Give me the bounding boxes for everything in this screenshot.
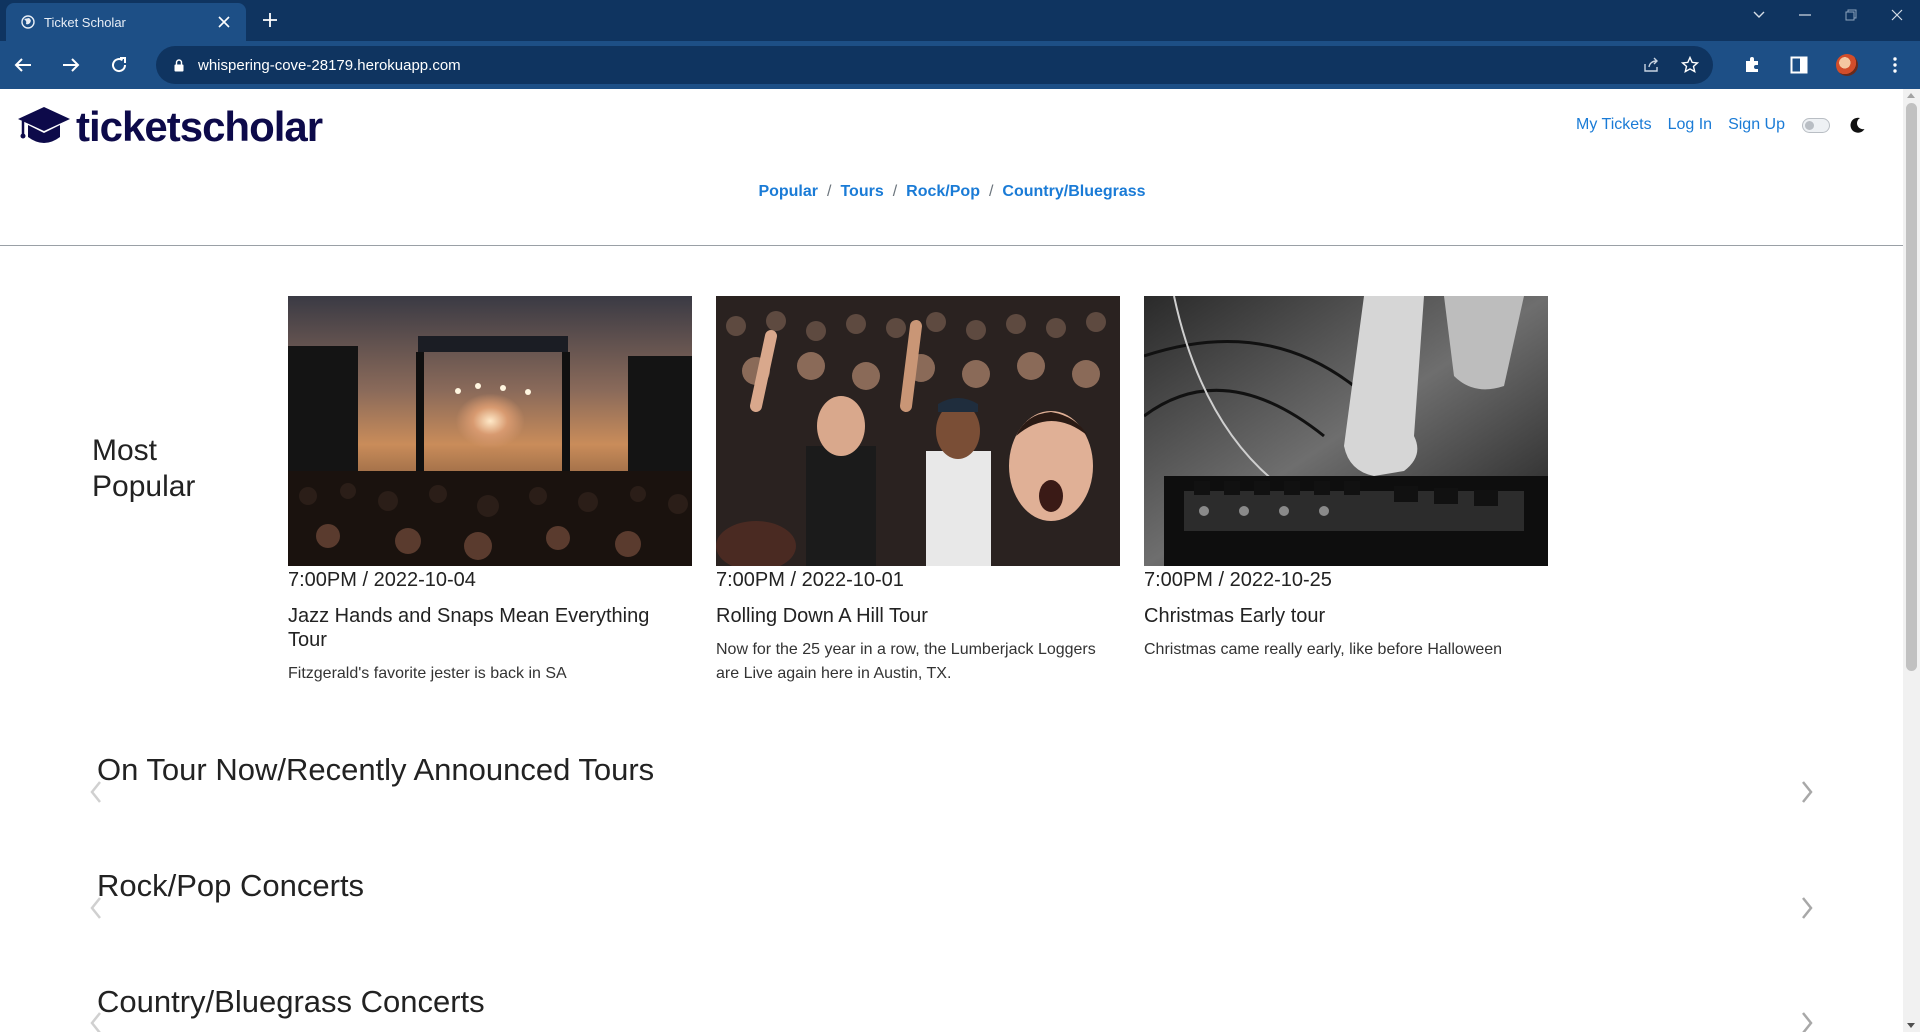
lock-icon[interactable] — [174, 58, 184, 72]
breadcrumb-separator: / — [827, 183, 832, 200]
breadcrumb-separator: / — [988, 183, 994, 200]
category-link-tours[interactable]: Tours — [840, 183, 883, 201]
my-tickets-link[interactable]: My Tickets — [1576, 116, 1652, 134]
scrollbar-thumb[interactable] — [1906, 103, 1917, 671]
browser-menu-dots-icon[interactable] — [1883, 53, 1907, 77]
event-title[interactable]: Jazz Hands and Snaps Mean Everything Tou… — [288, 604, 692, 652]
address-bar[interactable]: whispering-cove-28179.herokuapp.com — [156, 46, 1713, 84]
close-tab-icon[interactable] — [214, 12, 234, 32]
graduation-cap-icon — [18, 107, 70, 143]
carousel-prev-chevron-icon[interactable] — [86, 894, 106, 922]
share-icon[interactable] — [1639, 53, 1663, 77]
browser-tab-bar: Ticket Scholar — [0, 0, 1920, 41]
new-tab-plus-icon[interactable] — [258, 8, 282, 32]
extensions-puzzle-icon[interactable] — [1740, 53, 1764, 77]
header-divider — [0, 245, 1904, 246]
category-link-rock-pop[interactable]: Rock/Pop — [906, 183, 980, 201]
carousel-next-chevron-icon[interactable] — [1797, 1009, 1817, 1032]
side-panel-icon[interactable] — [1787, 53, 1811, 77]
sign-up-link[interactable]: Sign Up — [1728, 116, 1785, 134]
event-card[interactable]: 7:00PM / 2022-10-01 Rolling Down A Hill … — [716, 296, 1120, 686]
carousel-next-chevron-icon[interactable] — [1797, 778, 1817, 806]
section-heading-rock-pop: Rock/Pop Concerts — [97, 868, 365, 903]
bookmark-star-icon[interactable] — [1678, 53, 1702, 77]
tab-title: Ticket Scholar — [44, 14, 126, 30]
category-link-popular[interactable]: Popular — [758, 183, 818, 201]
logo-text: ticketscholar — [76, 103, 323, 150]
carousel-next-chevron-icon[interactable] — [1797, 894, 1817, 922]
close-window-icon[interactable] — [1874, 0, 1920, 30]
audio-mixer-image[interactable] — [1144, 296, 1548, 566]
url-text: whispering-cove-28179.herokuapp.com — [198, 56, 461, 74]
event-datetime: 7:00PM / 2022-10-25 — [1144, 569, 1332, 591]
page-scrollbar[interactable] — [1903, 89, 1920, 1032]
section-heading-country-bluegrass: Country/Bluegrass Concerts — [97, 984, 485, 1019]
event-title[interactable]: Rolling Down A Hill Tour — [716, 604, 1120, 628]
reload-icon[interactable] — [107, 53, 131, 77]
section-heading-tours: On Tour Now/Recently Announced Tours — [97, 752, 655, 787]
event-title[interactable]: Christmas Early tour — [1144, 604, 1548, 628]
event-datetime: 7:00PM / 2022-10-04 — [288, 569, 476, 591]
log-in-link[interactable]: Log In — [1668, 116, 1712, 134]
top-navigation: My Tickets Log In Sign Up — [1560, 115, 1867, 135]
category-navigation: Popular / Tours / Rock/Pop / Country/Blu… — [0, 183, 1904, 201]
back-arrow-icon[interactable] — [11, 53, 35, 77]
forward-arrow-icon[interactable] — [59, 53, 83, 77]
site-logo[interactable]: ticketscholar — [17, 103, 323, 151]
concert-stage-image[interactable] — [288, 296, 692, 566]
theme-toggle-switch[interactable] — [1802, 117, 1830, 133]
minimize-icon[interactable] — [1782, 0, 1828, 30]
event-datetime: 7:00PM / 2022-10-01 — [716, 569, 904, 591]
restore-icon[interactable] — [1828, 0, 1874, 30]
category-link-country-bluegrass[interactable]: Country/Bluegrass — [1002, 183, 1145, 201]
event-description: Fitzgerald's favorite jester is back in … — [288, 665, 567, 682]
tab-search-chevron-icon[interactable] — [1736, 0, 1782, 30]
breadcrumb-separator: / — [892, 183, 898, 200]
carousel-prev-chevron-icon[interactable] — [86, 1009, 106, 1032]
scroll-up-arrow-icon[interactable] — [1907, 93, 1915, 98]
page-viewport: ticketscholar My Tickets Log In Sign Up … — [0, 89, 1920, 1032]
scroll-down-arrow-icon[interactable] — [1907, 1023, 1915, 1028]
dark-mode-moon-icon[interactable] — [1847, 115, 1867, 135]
globe-icon — [21, 15, 35, 29]
event-description: Now for the 25 year in a row, the Lumber… — [716, 641, 1096, 682]
browser-tab[interactable]: Ticket Scholar — [6, 3, 246, 41]
most-popular-heading: Most Popular — [92, 434, 196, 503]
event-description: Christmas came really early, like before… — [1144, 641, 1503, 658]
event-card[interactable]: 7:00PM / 2022-10-25 Christmas Early tour… — [1144, 296, 1548, 662]
carousel-prev-chevron-icon[interactable] — [86, 778, 106, 806]
profile-avatar[interactable] — [1835, 53, 1859, 77]
browser-toolbar: whispering-cove-28179.herokuapp.com — [0, 41, 1920, 89]
crowd-photo-image[interactable] — [716, 296, 1120, 566]
event-card[interactable]: 7:00PM / 2022-10-04 Jazz Hands and Snaps… — [288, 296, 692, 686]
